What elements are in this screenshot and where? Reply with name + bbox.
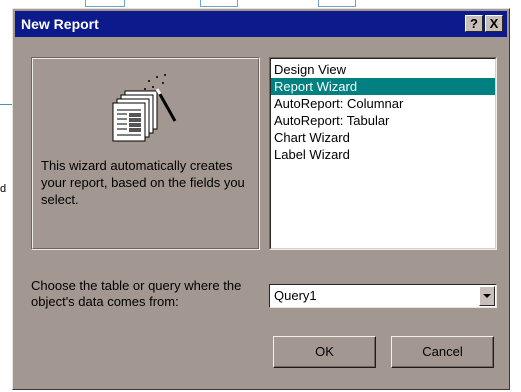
data-source-prompt: Choose the table or query where the obje… (31, 278, 242, 309)
list-item-design-view[interactable]: Design View (271, 61, 495, 78)
dropdown-arrow-icon[interactable] (479, 286, 495, 306)
report-wizard-icon (112, 74, 177, 142)
close-button[interactable]: X (485, 15, 503, 32)
help-button[interactable]: ? (465, 15, 483, 32)
background-connector-line (0, 104, 12, 105)
list-item-autoreport-columnar[interactable]: AutoReport: Columnar (271, 95, 495, 112)
dialog-title: New Report (21, 16, 99, 32)
cancel-button[interactable]: Cancel (391, 336, 494, 368)
wizard-preview-panel: This wizard automatically creates your r… (31, 57, 260, 250)
list-item-chart-wizard[interactable]: Chart Wizard (271, 129, 495, 146)
background-tab (200, 0, 238, 7)
new-report-dialog: New Report ? X This wizard automatically… (12, 8, 510, 390)
wizard-description: This wizard automatically creates your r… (41, 158, 245, 207)
report-type-list[interactable]: Design View Report Wizard AutoReport: Co… (269, 57, 497, 250)
data-source-value: Query1 (274, 288, 317, 303)
background-tab (85, 0, 125, 7)
ok-button[interactable]: OK (273, 336, 376, 368)
list-item-label-wizard[interactable]: Label Wizard (271, 146, 495, 163)
background-text-fragment: d (0, 183, 7, 195)
title-bar[interactable]: New Report ? X (15, 11, 507, 37)
background-tab (318, 0, 356, 7)
list-item-report-wizard[interactable]: Report Wizard (271, 78, 495, 95)
list-item-autoreport-tabular[interactable]: AutoReport: Tabular (271, 112, 495, 129)
data-source-select[interactable]: Query1 (269, 284, 497, 308)
